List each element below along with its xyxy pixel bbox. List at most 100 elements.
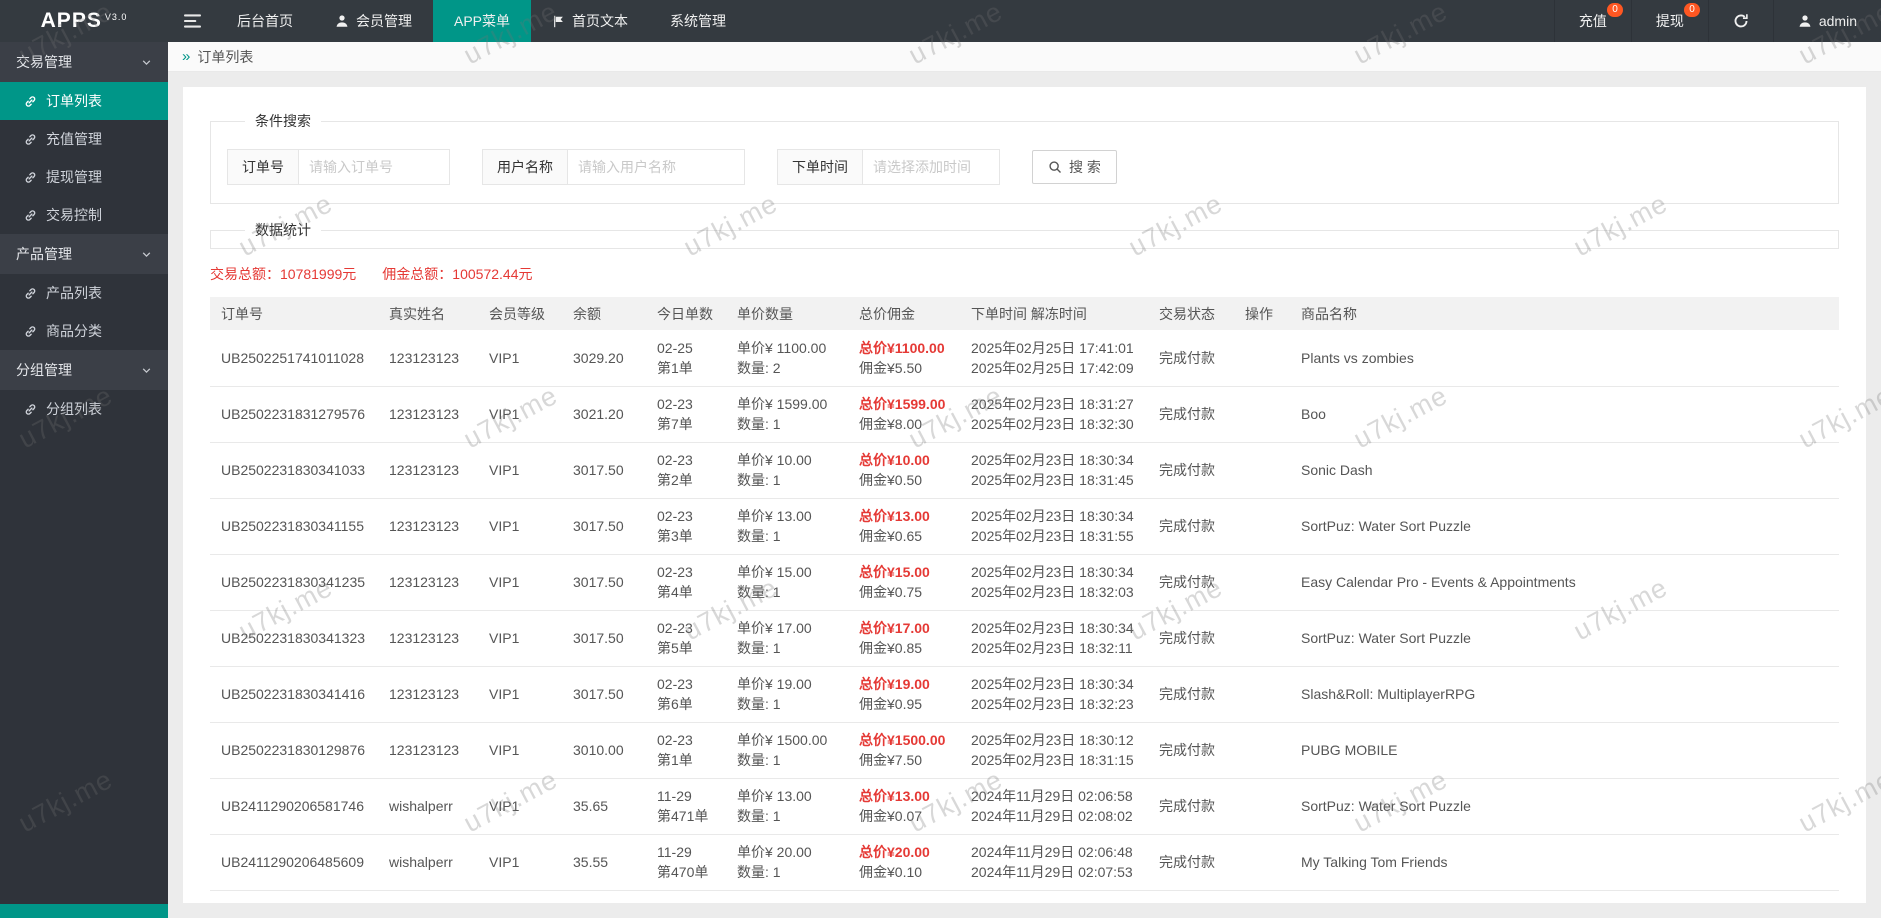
cell-product: SortPuz: Water Sort Puzzle <box>1290 610 1839 667</box>
cell-order-no: UB2502231830341155 <box>210 498 378 555</box>
nav-tab-4[interactable]: 首页文本 <box>531 0 649 42</box>
sidebar-item-label: 交易控制 <box>46 207 102 223</box>
cell-real-name: 123123123 <box>378 386 478 443</box>
username-input[interactable] <box>567 149 745 185</box>
link-icon <box>24 403 37 416</box>
search-icon <box>1048 160 1062 174</box>
sidebar-item[interactable]: 交易控制 <box>0 196 168 234</box>
nav-tab-label: 后台首页 <box>237 13 293 29</box>
table-row: UB2502251741011028 123123123 VIP1 3029.20 02… <box>210 330 1839 387</box>
nav-tab-1[interactable]: 后台首页 <box>216 0 314 42</box>
search-legend: 条件搜索 <box>255 113 311 129</box>
sidebar: 交易管理 订单列表 充值管理 提现管理交易控制产品管理产品列表商品分类分组管理分组列表 <box>0 42 168 918</box>
sidebar-group-1[interactable]: 交易管理 <box>0 42 168 82</box>
nav-tab-3[interactable]: APP菜单 <box>433 0 532 42</box>
link-icon <box>24 209 37 222</box>
sidebar-item[interactable]: 分组列表 <box>0 390 168 428</box>
cell-unit-price: 单价¥ 1100.00 数量: 2 <box>726 330 848 387</box>
table-row: UB2411290206485609 wishalperr VIP1 35.55 11-… <box>210 834 1839 891</box>
cell-level: VIP1 <box>478 834 562 891</box>
cell-times: 2025年02月23日 18:30:34 2025年02月23日 18:32:03 <box>960 554 1148 611</box>
cell-product: My Talking Tom Friends <box>1290 834 1839 891</box>
cell-today: 02-23 第2单 <box>646 442 726 499</box>
cell-actions <box>1234 498 1290 555</box>
sidebar-group-2[interactable]: 产品管理 <box>0 234 168 274</box>
cell-level: VIP1 <box>478 442 562 499</box>
cell-balance: 3021.20 <box>562 386 646 443</box>
breadcrumb-current: 订单列表 <box>197 48 254 65</box>
cell-today: 02-23 第4单 <box>646 554 726 611</box>
cell-times: 2025年02月23日 18:30:34 2025年02月23日 18:31:55 <box>960 498 1148 555</box>
cell-actions <box>1234 666 1290 723</box>
link-icon <box>24 171 37 184</box>
cell-order-no: UB2502251741011028 <box>210 330 378 387</box>
cell-level: VIP1 <box>478 498 562 555</box>
sidebar-item[interactable]: 充值管理 <box>0 120 168 158</box>
navbar-right: 充值 0 提现 0 admin <box>1553 0 1881 42</box>
cell-level: VIP1 <box>478 610 562 667</box>
recharge-label: 充值 <box>1578 13 1607 29</box>
cell-order-no: UB2411290206581746 <box>210 778 378 835</box>
cell-real-name: wishalperr <box>378 778 478 835</box>
column-header: 余额 <box>573 305 601 322</box>
app-logo-version: V3.0 <box>104 12 128 22</box>
withdraw-button[interactable]: 提现 0 <box>1630 0 1708 42</box>
cell-real-name: 123123123 <box>378 330 478 387</box>
cell-total-commission: 总价¥1100.00 佣金¥5.50 <box>848 330 960 387</box>
sidebar-item[interactable]: 订单列表 <box>0 82 168 120</box>
cell-level: VIP1 <box>478 666 562 723</box>
cell-times: 2025年02月23日 18:30:12 2025年02月23日 18:31:15 <box>960 722 1148 779</box>
top-navbar: APPS V3.0 后台首页 会员管理 APP菜单 首页文本 系统管理 充值 0 提现 … <box>0 0 1881 42</box>
order-no-input[interactable] <box>298 149 450 185</box>
chevron-down-icon <box>141 57 152 68</box>
sidebar-item-label: 产品列表 <box>46 285 102 301</box>
orders-table-body: UB2502251741011028 123123123 VIP1 3029.20 02… <box>210 330 1839 891</box>
sidebar-group-label: 分组管理 <box>16 362 72 378</box>
table-row: UB2502231830341155 123123123 VIP1 3017.50 02… <box>210 498 1839 555</box>
cell-actions <box>1234 386 1290 443</box>
cell-product: Slash&Roll: MultiplayerRPG <box>1290 666 1839 723</box>
link-icon <box>24 133 37 146</box>
sidebar-group-3[interactable]: 分组管理 <box>0 350 168 390</box>
stats-total-value: 10781999元 <box>280 266 357 282</box>
table-row: UB2502231830341323 123123123 VIP1 3017.50 02… <box>210 610 1839 667</box>
user-menu[interactable]: admin <box>1772 0 1881 42</box>
cell-product: Boo <box>1290 386 1839 443</box>
cell-balance: 3017.50 <box>562 498 646 555</box>
cell-today: 02-25 第1单 <box>646 330 726 387</box>
sidebar-item[interactable]: 提现管理 <box>0 158 168 196</box>
cell-times: 2025年02月23日 18:30:34 2025年02月23日 18:32:11 <box>960 610 1148 667</box>
stats-line: 交易总额：10781999元 佣金总额：100572.44元 <box>210 264 1839 284</box>
sidebar-item-label: 分组列表 <box>46 401 102 417</box>
column-header: 交易状态 <box>1159 305 1215 322</box>
nav-tab-5[interactable]: 系统管理 <box>649 0 747 42</box>
refresh-button[interactable] <box>1707 0 1773 42</box>
menu-toggle-icon[interactable] <box>168 0 216 42</box>
cell-today: 02-23 第7单 <box>646 386 726 443</box>
stats-commission-label: 佣金总额： <box>382 266 453 282</box>
search-row: 订单号 用户名称 下单时间 搜 索 <box>227 149 1822 185</box>
sidebar-item[interactable]: 商品分类 <box>0 312 168 350</box>
recharge-button[interactable]: 充值 0 <box>1553 0 1631 42</box>
cell-times: 2024年11月29日 02:06:48 2024年11月29日 02:07:53 <box>960 834 1148 891</box>
cell-order-no: UB2502231830341323 <box>210 610 378 667</box>
column-header: 操作 <box>1245 305 1273 322</box>
content-card: 条件搜索 订单号 用户名称 下单时间 搜 索 <box>183 87 1866 903</box>
cell-today: 02-23 第3单 <box>646 498 726 555</box>
sidebar-item[interactable]: 产品列表 <box>0 274 168 312</box>
cell-today: 02-23 第5单 <box>646 610 726 667</box>
order-time-input[interactable] <box>862 149 1000 185</box>
cell-times: 2025年02月23日 18:30:34 2025年02月23日 18:32:23 <box>960 666 1148 723</box>
cell-today: 11-29 第470单 <box>646 834 726 891</box>
cell-balance: 3017.50 <box>562 666 646 723</box>
order-time-label: 下单时间 <box>777 149 863 185</box>
search-button[interactable]: 搜 索 <box>1032 150 1117 184</box>
user-icon <box>1798 14 1812 28</box>
cell-status: 完成付款 <box>1148 386 1234 443</box>
cell-balance: 3010.00 <box>562 722 646 779</box>
cell-status: 完成付款 <box>1148 834 1234 891</box>
nav-tab-2[interactable]: 会员管理 <box>314 0 433 42</box>
cell-times: 2025年02月23日 18:30:34 2025年02月23日 18:31:45 <box>960 442 1148 499</box>
nav-tab-label: 系统管理 <box>670 13 727 29</box>
cell-unit-price: 单价¥ 17.00 数量: 1 <box>726 610 848 667</box>
